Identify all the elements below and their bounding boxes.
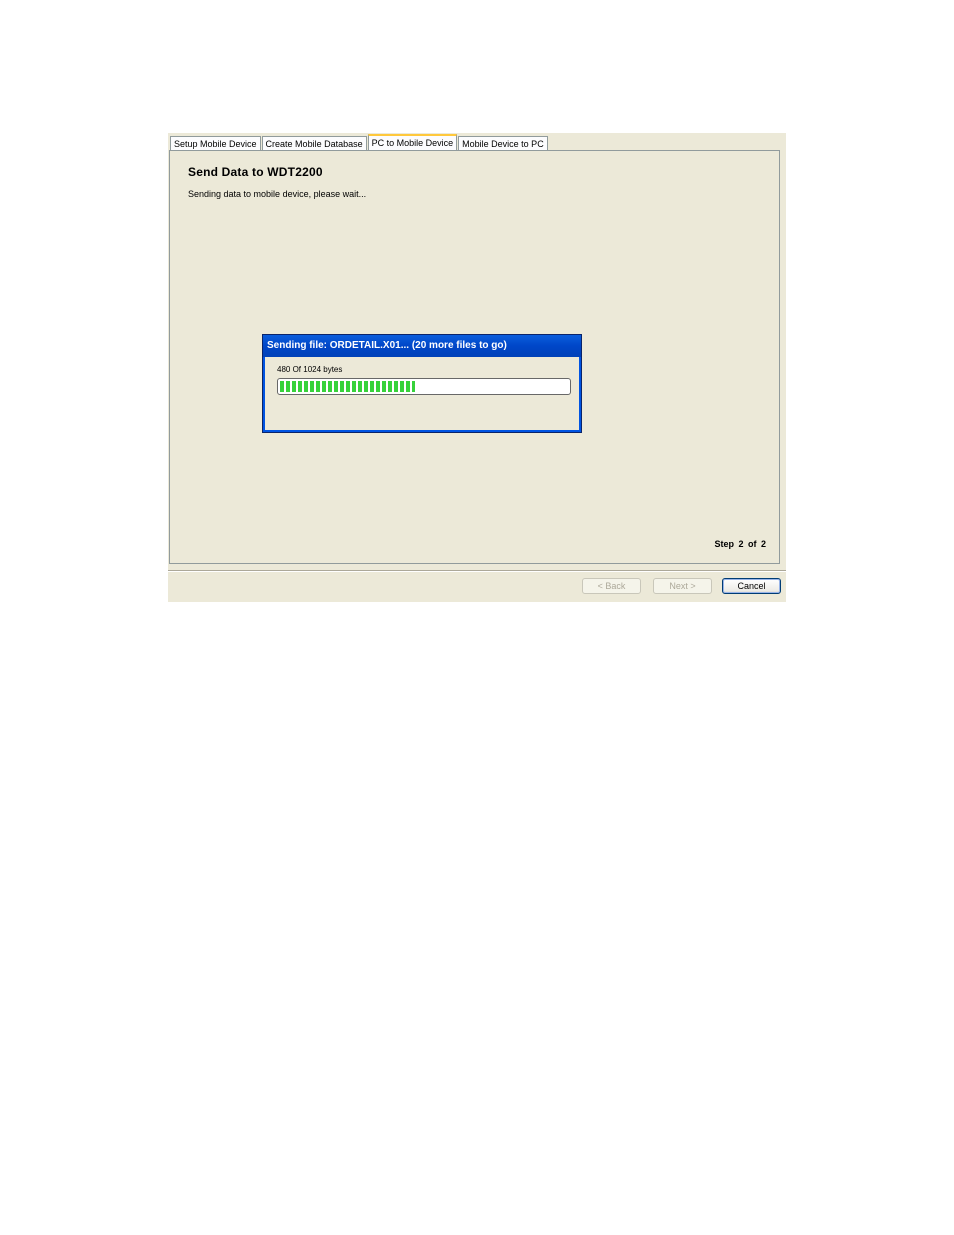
next-button[interactable]: Next > — [653, 578, 712, 594]
step-indicator: Step 2 of 2 — [714, 539, 766, 549]
tab-mobile-device-to-pc[interactable]: Mobile Device to PC — [458, 136, 548, 151]
progress-bar — [277, 378, 571, 395]
page-subtitle: Sending data to mobile device, please wa… — [188, 189, 367, 199]
progress-bar-fill — [280, 381, 415, 392]
tab-panel: Send Data to WDT2200 Sending data to mob… — [169, 150, 780, 564]
wizard-window: Setup Mobile Device Create Mobile Databa… — [168, 133, 786, 602]
tab-setup-mobile-device[interactable]: Setup Mobile Device — [170, 136, 261, 151]
cancel-button[interactable]: Cancel — [722, 578, 781, 594]
back-button[interactable]: < Back — [582, 578, 641, 594]
tab-strip: Setup Mobile Device Create Mobile Databa… — [170, 134, 549, 152]
progress-dialog-body: 480 Of 1024 bytes — [265, 357, 579, 430]
progress-dialog: Sending file: ORDETAIL.X01... (20 more f… — [262, 334, 582, 433]
tab-create-mobile-database[interactable]: Create Mobile Database — [261, 136, 367, 151]
bytes-progress-label: 480 Of 1024 bytes — [277, 365, 343, 374]
progress-dialog-title: Sending file: ORDETAIL.X01... (20 more f… — [263, 335, 581, 357]
button-separator — [168, 570, 786, 572]
page-title: Send Data to WDT2200 — [188, 165, 323, 179]
